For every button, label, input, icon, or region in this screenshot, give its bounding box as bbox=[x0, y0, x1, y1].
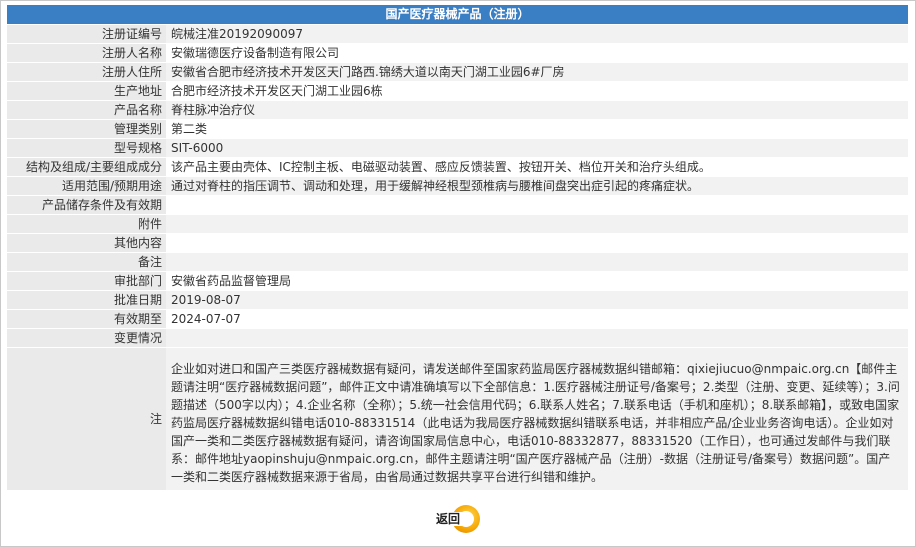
page-title: 国产医疗器械产品（注册） bbox=[7, 5, 908, 24]
field-value: 安徽省药品监督管理局 bbox=[166, 271, 908, 291]
table-row: 适用范围/预期用途 通过对脊柱的指压调节、调动和处理，用于缓解神经根型颈椎病与腰椎… bbox=[7, 176, 908, 196]
field-value: 安徽瑞德医疗设备制造有限公司 bbox=[166, 43, 908, 63]
field-value bbox=[166, 214, 908, 234]
field-value: 合肥市经济技术开发区天门湖工业园6栋 bbox=[166, 81, 908, 101]
table-row: 其他内容 bbox=[7, 233, 908, 253]
table-row: 型号规格 SIT-6000 bbox=[7, 138, 908, 158]
field-label: 变更情况 bbox=[7, 328, 166, 348]
field-value: 该产品主要由壳体、IC控制主板、电磁驱动装置、感应反馈装置、按钮开关、档位开关和… bbox=[166, 157, 908, 177]
field-label: 适用范围/预期用途 bbox=[7, 176, 166, 196]
field-label: 附件 bbox=[7, 214, 166, 234]
note-label: 注 bbox=[7, 347, 166, 491]
field-value: 皖械注准20192090097 bbox=[166, 25, 908, 44]
table-row: 审批部门 安徽省药品监督管理局 bbox=[7, 271, 908, 291]
back-button-label: 返回 bbox=[434, 512, 463, 526]
table-row: 产品储存条件及有效期 bbox=[7, 195, 908, 215]
note-row: 注 企业如对进口和国产三类医疗器械数据有疑问，请发送邮件至国家药监局医疗器械数据… bbox=[7, 347, 908, 491]
field-value: SIT-6000 bbox=[166, 138, 908, 158]
field-value: 2024-07-07 bbox=[166, 309, 908, 329]
detail-panel: 国产医疗器械产品（注册） 注册证编号 皖械注准20192090097 注册人名称安… bbox=[0, 0, 916, 547]
table-row: 管理类别 第二类 bbox=[7, 119, 908, 139]
field-label: 有效期至 bbox=[7, 309, 166, 329]
field-label: 结构及组成/主要组成成分 bbox=[7, 157, 166, 177]
field-label: 型号规格 bbox=[7, 138, 166, 158]
field-label: 备注 bbox=[7, 252, 166, 272]
table-row: 备注 bbox=[7, 252, 908, 272]
field-label: 产品名称 bbox=[7, 100, 166, 120]
field-label: 批准日期 bbox=[7, 290, 166, 310]
table-row: 产品名称 脊柱脉冲治疗仪 bbox=[7, 100, 908, 120]
table-row: 注册人名称 安徽瑞德医疗设备制造有限公司 bbox=[7, 43, 908, 63]
back-button[interactable]: 返回 bbox=[434, 505, 480, 535]
field-value bbox=[166, 195, 908, 215]
field-value bbox=[166, 328, 908, 348]
field-label: 注册人名称 bbox=[7, 43, 166, 63]
note-text: 企业如对进口和国产三类医疗器械数据有疑问，请发送邮件至国家药监局医疗器械数据纠错… bbox=[166, 347, 908, 491]
table-row: 有效期至 2024-07-07 bbox=[7, 309, 908, 329]
field-value: 通过对脊柱的指压调节、调动和处理，用于缓解神经根型颈椎病与腰椎间盘突出症引起的疼… bbox=[166, 176, 908, 196]
field-value bbox=[166, 233, 908, 253]
field-value bbox=[166, 252, 908, 272]
field-value: 脊柱脉冲治疗仪 bbox=[166, 100, 908, 120]
table-row: 结构及组成/主要组成成分 该产品主要由壳体、IC控制主板、电磁驱动装置、感应反馈装… bbox=[7, 157, 908, 177]
table-row: 变更情况 bbox=[7, 328, 908, 348]
table-row: 注册证编号 皖械注准20192090097 bbox=[7, 25, 908, 44]
field-label: 注册人住所 bbox=[7, 62, 166, 82]
table-row: 批准日期 2019-08-07 bbox=[7, 290, 908, 310]
table-row: 附件 bbox=[7, 214, 908, 234]
detail-table: 注册证编号 皖械注准20192090097 注册人名称 安徽瑞德医疗设备制造有限公司… bbox=[7, 25, 908, 491]
field-label: 生产地址 bbox=[7, 81, 166, 101]
field-label: 注册证编号 bbox=[7, 25, 166, 44]
field-label: 审批部门 bbox=[7, 271, 166, 291]
field-label: 管理类别 bbox=[7, 119, 166, 139]
table-row: 生产地址 合肥市经济技术开发区天门湖工业园6栋 bbox=[7, 81, 908, 101]
footer: 返回 bbox=[1, 501, 915, 541]
table-row: 注册人住所 安徽省合肥市经济技术开发区天门路西.锦绣大道以南天门湖工业园6#厂房 bbox=[7, 62, 908, 82]
field-value: 2019-08-07 bbox=[166, 290, 908, 310]
field-label: 其他内容 bbox=[7, 233, 166, 253]
field-label: 产品储存条件及有效期 bbox=[7, 195, 166, 215]
field-value: 安徽省合肥市经济技术开发区天门路西.锦绣大道以南天门湖工业园6#厂房 bbox=[166, 62, 908, 82]
field-value: 第二类 bbox=[166, 119, 908, 139]
